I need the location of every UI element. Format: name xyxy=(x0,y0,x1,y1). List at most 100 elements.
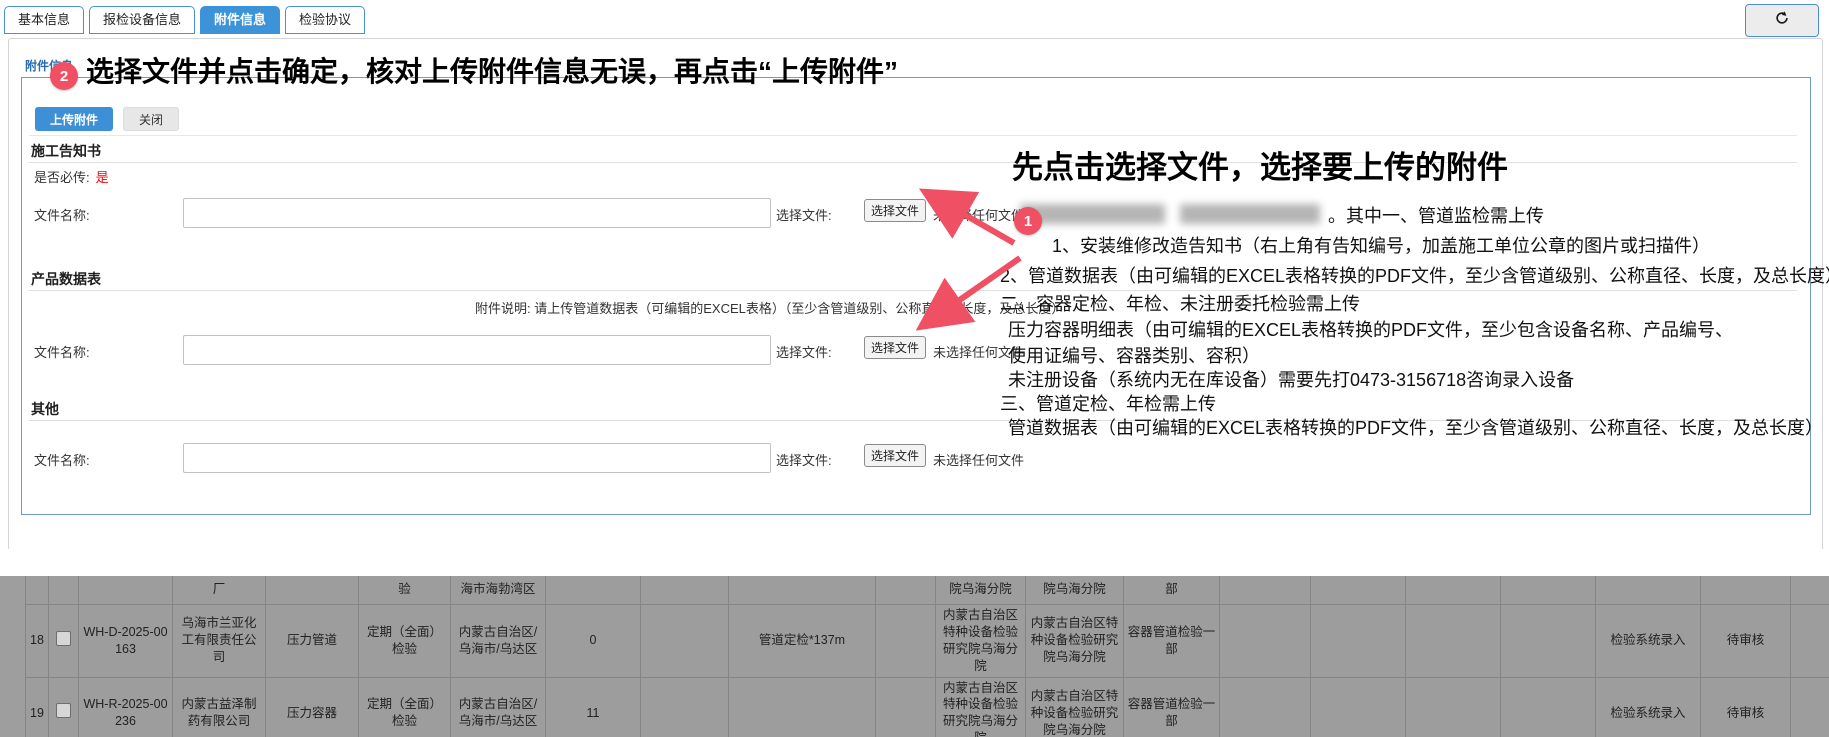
dimmed-background: 厂 验 海市海勃湾区 院乌海分院 院乌海分院 部 18 WH-D-2025-00… xyxy=(0,576,1829,737)
cell-device-type xyxy=(265,576,359,605)
required-row: 是否必传: 是 xyxy=(34,167,109,186)
table-cell-empty xyxy=(1500,604,1596,678)
cell-status: 待审核 xyxy=(1700,676,1791,737)
cell-inspection-type: 定期（全面）检验 xyxy=(358,604,451,678)
table-cell-empty xyxy=(640,676,729,737)
cell-device-type: 压力管道 xyxy=(265,604,359,678)
choose-file-button-2[interactable]: 选择文件 xyxy=(864,336,926,359)
tab-equipment-info[interactable]: 报检设备信息 xyxy=(89,6,196,34)
annotation-step2-badge: 2 xyxy=(50,62,78,90)
instruction-line-3: 2、管道数据表（由可编辑的EXCEL表格转换的PDF文件，至少含管道级别、公称直… xyxy=(1000,266,1829,286)
annotation-step1-text: 先点击选择文件，选择要上传的附件 xyxy=(1012,150,1508,185)
refresh-icon xyxy=(1773,9,1791,32)
table-row: 18 WH-D-2025-00163 乌海市兰亚化工有限责任公司 压力管道 定期… xyxy=(25,604,1829,678)
section-title-construction-notice: 施工告知书 xyxy=(31,143,101,159)
cell-department: 容器管道检验一部 xyxy=(1123,676,1220,737)
cell-org-1: 院乌海分院 xyxy=(935,576,1026,605)
cell-row-num xyxy=(25,576,49,605)
no-file-text-3: 未选择任何文件 xyxy=(933,453,1025,468)
file-name-label-1: 文件名称: xyxy=(34,208,90,223)
divider xyxy=(29,135,1797,136)
section-underline xyxy=(29,162,1797,163)
cell-device-type: 压力容器 xyxy=(265,676,359,737)
cell-remark: 管道定检*137m xyxy=(728,604,876,678)
cell-status: 待审核 xyxy=(1700,604,1791,678)
cell-inspection-type: 验 xyxy=(358,576,451,605)
refresh-button[interactable] xyxy=(1745,4,1819,37)
instruction-line-8: 三、管道定检、年检需上传 xyxy=(1000,394,1216,414)
annotation-step1-badge: 1 xyxy=(1014,207,1042,235)
inspection-request-table: 厂 验 海市海勃湾区 院乌海分院 院乌海分院 部 18 WH-D-2025-00… xyxy=(25,576,1829,737)
table-cell-empty xyxy=(1310,604,1406,678)
table-cell-empty xyxy=(1790,576,1829,605)
cell-region: 内蒙古自治区/乌海市/乌达区 xyxy=(450,676,546,737)
table-cell-empty xyxy=(1790,604,1829,678)
cell-count xyxy=(545,576,641,605)
cell-row-num: 18 xyxy=(25,604,49,678)
cell-region: 海市海勃湾区 xyxy=(450,576,546,605)
table-cell-empty xyxy=(1310,676,1406,737)
cell-org-2: 内蒙古自治区特种设备检验研究院乌海分院 xyxy=(1025,604,1124,678)
choose-file-button-1[interactable]: 选择文件 xyxy=(864,199,926,222)
cell-department: 容器管道检验一部 xyxy=(1123,604,1220,678)
annotation-step2-text: 选择文件并点击确定，核对上传附件信息无误，再点击“上传附件” xyxy=(86,56,899,87)
table-cell-empty xyxy=(48,576,79,605)
cell-request-id: WH-D-2025-00163 xyxy=(78,604,173,678)
table-cell-empty xyxy=(875,576,936,605)
tab-strip: 基本信息 报检设备信息 附件信息 检验协议 xyxy=(4,6,366,34)
table-cell-empty xyxy=(1500,576,1596,605)
table-cell-empty xyxy=(1500,676,1596,737)
cell-count: 0 xyxy=(545,604,641,678)
page-gap xyxy=(0,549,1829,576)
cell-checkbox[interactable] xyxy=(48,604,79,678)
instruction-line-7: 未注册设备（系统内无在库设备）需要先打0473-3156718咨询录入设备 xyxy=(1008,370,1575,390)
redacted-text xyxy=(1180,204,1320,224)
cell-remark xyxy=(728,576,876,605)
section-title-product-data-sheet: 产品数据表 xyxy=(31,271,101,287)
table-cell-empty xyxy=(1790,676,1829,737)
file-name-label-2: 文件名称: xyxy=(34,345,90,360)
choose-file-label-3: 选择文件: xyxy=(776,453,832,468)
attachment-panel: 附件信息 上传附件 关闭 施工告知书 是否必传: 是 文件名称: 选择文件: 选择… xyxy=(8,38,1823,551)
table-cell-empty xyxy=(1405,676,1501,737)
table-cell-empty xyxy=(1310,576,1406,605)
instruction-line-9: 管道数据表（由可编辑的EXCEL表格转换的PDF文件，至少含管道级别、公称直径、… xyxy=(1008,418,1824,438)
table-cell-empty xyxy=(875,676,936,737)
table-cell-empty xyxy=(1219,676,1311,737)
cell-region: 内蒙古自治区/乌海市/乌达区 xyxy=(450,604,546,678)
choose-file-label-2: 选择文件: xyxy=(776,345,832,360)
required-value: 是 xyxy=(95,170,109,185)
upload-attachment-button[interactable]: 上传附件 xyxy=(35,107,113,131)
tab-inspection-agreement[interactable]: 检验协议 xyxy=(285,6,366,34)
row-checkbox[interactable] xyxy=(56,630,71,646)
required-label: 是否必传: xyxy=(34,170,90,185)
section-title-other: 其他 xyxy=(31,401,59,417)
attachment-note: 附件说明: 请上传管道数据表（可编辑的EXCEL表格）（至少含管道级别、公称直径… xyxy=(475,301,1065,316)
file-name-input-3[interactable] xyxy=(183,443,771,473)
table-cell-empty xyxy=(1219,576,1311,605)
cell-inspection-type: 定期（全面）检验 xyxy=(358,676,451,737)
file-name-input-2[interactable] xyxy=(183,335,771,365)
file-name-input-1[interactable] xyxy=(183,198,771,228)
cell-status xyxy=(1700,576,1791,605)
cell-checkbox[interactable] xyxy=(48,676,79,737)
cell-row-num: 19 xyxy=(25,676,49,737)
table-cell-empty xyxy=(1219,604,1311,678)
choose-file-button-3[interactable]: 选择文件 xyxy=(864,444,926,467)
cell-entry-source xyxy=(1595,576,1701,605)
page: 基本信息 报检设备信息 附件信息 检验协议 附件信息 上传附件 关闭 施工告知书… xyxy=(0,0,1829,737)
tab-attachment-info[interactable]: 附件信息 xyxy=(200,6,281,34)
cell-org-2: 院乌海分院 xyxy=(1025,576,1124,605)
choose-file-label-1: 选择文件: xyxy=(776,208,832,223)
cell-entry-source: 检验系统录入 xyxy=(1595,604,1701,678)
cell-request-id: WH-R-2025-00236 xyxy=(78,676,173,737)
close-button[interactable]: 关闭 xyxy=(123,107,179,131)
row-checkbox[interactable] xyxy=(56,703,71,719)
file-name-label-3: 文件名称: xyxy=(34,453,90,468)
tab-basic-info[interactable]: 基本信息 xyxy=(4,6,85,34)
cell-company: 厂 xyxy=(172,576,266,605)
table-cell-empty xyxy=(875,604,936,678)
cell-request-id xyxy=(78,576,173,605)
instruction-line-6: 使用证编号、容器类别、容积） xyxy=(1008,346,1260,366)
table-row: 厂 验 海市海勃湾区 院乌海分院 院乌海分院 部 xyxy=(25,576,1829,605)
